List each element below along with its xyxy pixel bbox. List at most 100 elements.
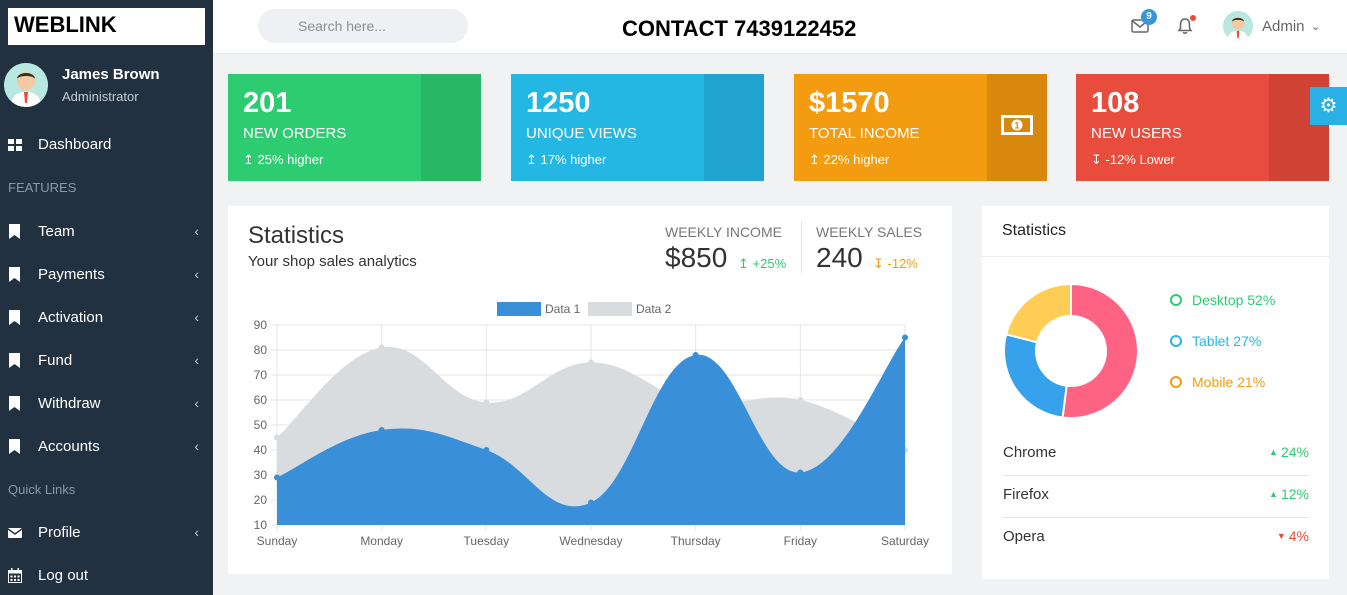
bookmark-icon — [9, 353, 20, 368]
sidebar-item-accounts[interactable]: Accounts ‹ — [0, 427, 213, 467]
data-point — [274, 474, 280, 481]
sidebar-item-activation[interactable]: Activation ‹ — [0, 298, 213, 338]
brand-logo[interactable]: WEBLINK — [8, 8, 205, 45]
device-desktop-label: Desktop 52% — [1192, 292, 1276, 308]
sidebar-item-label: Log out — [38, 567, 89, 584]
sidebar-item-team[interactable]: Team ‹ — [0, 212, 213, 252]
browser-row-firefox: Firefox ▲ 12% — [1003, 476, 1309, 518]
mobile-legend-dot — [1170, 376, 1182, 388]
browser-change: ▲ 24% — [1269, 444, 1309, 460]
card-change: ↥ 25% higher — [243, 152, 323, 168]
stat-card-income: 1 $1570 TOTAL INCOME ↥ 22% higher — [794, 74, 1047, 181]
device-mobile-label: Mobile 21% — [1192, 374, 1266, 390]
tablet-legend-dot — [1170, 335, 1182, 347]
data-point — [692, 352, 699, 358]
y-tick-label: 30 — [254, 468, 268, 482]
browser-name: Chrome — [1003, 444, 1057, 461]
sidebar-item-label: Activation — [38, 309, 104, 326]
card-title: UNIQUE VIEWS — [526, 125, 637, 142]
admin-menu-label[interactable]: Admin — [1262, 18, 1305, 35]
card-change-text: 17% higher — [540, 152, 607, 167]
arrow-down-icon: ↧ — [1091, 152, 1106, 167]
search-input[interactable] — [258, 9, 468, 43]
bookmark-icon — [9, 310, 20, 325]
caret-down-icon: ▼ — [1276, 531, 1286, 541]
browser-change-text: 12% — [1280, 486, 1309, 502]
statistics-panel: Statistics Your shop sales analytics WEE… — [228, 206, 952, 574]
sidebar-item-label: Dashboard — [38, 136, 112, 153]
card-value: 201 — [243, 87, 292, 119]
chevron-left-icon: ‹ — [194, 524, 199, 540]
chevron-down-icon[interactable]: ⌄ — [1311, 20, 1320, 33]
mail-count-badge: 9 — [1141, 9, 1157, 25]
divider — [982, 256, 1329, 257]
admin-avatar[interactable] — [1223, 11, 1253, 41]
card-title: NEW USERS — [1091, 125, 1182, 142]
sidebar-item-fund[interactable]: Fund ‹ — [0, 341, 213, 381]
user-avatar[interactable] — [4, 63, 48, 107]
stat-card-users: 108 NEW USERS ↧ -12% Lower — [1076, 74, 1329, 181]
card-stripe — [421, 74, 481, 181]
panel-title: Statistics — [1002, 222, 1067, 239]
card-change: ↧ -12% Lower — [1091, 152, 1175, 168]
browser-row-chrome: Chrome ▲ 24% — [1003, 434, 1309, 476]
dashboard-icon — [8, 139, 22, 151]
notification-dot — [1190, 15, 1196, 21]
donut-slice — [1004, 282, 1072, 344]
data-point — [378, 427, 385, 433]
y-tick-label: 70 — [254, 368, 268, 382]
arrow-up-icon: ↥ — [809, 152, 824, 167]
quick-links-heading: Quick Links — [8, 482, 76, 497]
sidebar-item-label: Team — [38, 223, 75, 240]
user-profile-box: James Brown Administrator — [0, 60, 213, 120]
browser-change: ▼ 4% — [1277, 528, 1309, 544]
chevron-left-icon: ‹ — [194, 352, 199, 368]
x-tick-label: Sunday — [257, 534, 298, 548]
x-tick-label: Friday — [784, 534, 817, 548]
device-tablet-label: Tablet 27% — [1192, 333, 1262, 349]
gear-icon: ⚙ — [1319, 95, 1338, 117]
features-heading: FEATURES — [8, 180, 77, 195]
user-role: Administrator — [62, 89, 139, 104]
card-stripe — [704, 74, 764, 181]
sidebar-item-dashboard[interactable]: Dashboard — [0, 125, 213, 165]
card-value: 108 — [1091, 87, 1140, 119]
card-change: ↥ 22% higher — [809, 152, 889, 168]
browser-change-text: 4% — [1288, 528, 1309, 544]
settings-gear-button[interactable]: ⚙ — [1310, 87, 1347, 125]
browser-change: ▲ 12% — [1269, 486, 1309, 502]
browser-name: Opera — [1003, 528, 1045, 545]
caret-up-icon: ▲ — [1269, 489, 1278, 499]
envelope-icon — [8, 528, 22, 538]
card-title: NEW ORDERS — [243, 125, 347, 142]
stat-card-views: 1250 UNIQUE VIEWS ↥ 17% higher — [511, 74, 764, 181]
arrow-up-icon: ↥ — [526, 152, 541, 167]
sidebar-item-profile[interactable]: Profile ‹ — [0, 513, 213, 553]
chevron-left-icon: ‹ — [194, 395, 199, 411]
data-point — [483, 399, 490, 406]
area-chart: 10 20 30 40 50 60 70 80 90 Sunday Monday Tuesday Wed… — [254, 318, 929, 548]
x-tick-label: Wednesday — [559, 534, 622, 548]
sidebar-item-payments[interactable]: Payments ‹ — [0, 255, 213, 295]
donut-slice — [1061, 282, 1139, 419]
svg-text:1: 1 — [1014, 121, 1019, 131]
chevron-left-icon: ‹ — [194, 438, 199, 454]
sidebar: WEBLINK James Brown Administrator Dashbo… — [0, 0, 213, 595]
y-tick-label: 20 — [254, 493, 268, 507]
card-value: $1570 — [809, 87, 890, 119]
data-point — [902, 334, 908, 341]
y-tick-label: 10 — [254, 518, 268, 532]
desktop-legend-dot — [1170, 294, 1182, 306]
data-point — [483, 447, 490, 453]
card-stripe: 1 — [987, 74, 1047, 181]
stat-card-orders: 201 NEW ORDERS ↥ 25% higher — [228, 74, 481, 181]
card-change: ↥ 17% higher — [526, 152, 606, 168]
data-point — [588, 499, 594, 506]
card-change-text: 25% higher — [257, 152, 324, 167]
x-tick-label: Monday — [360, 534, 403, 548]
x-tick-label: Thursday — [671, 534, 721, 548]
sidebar-item-withdraw[interactable]: Withdraw ‹ — [0, 384, 213, 424]
browser-row-opera: Opera ▼ 4% — [1003, 518, 1309, 560]
sidebar-item-logout[interactable]: Log out — [0, 556, 213, 595]
data-point — [274, 434, 280, 441]
